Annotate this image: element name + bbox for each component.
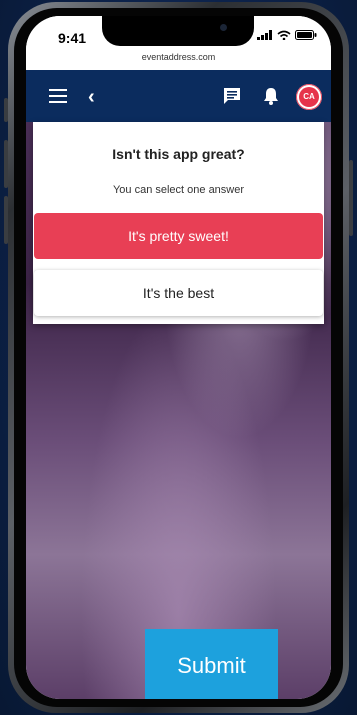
back-icon[interactable]: ‹ <box>88 86 95 109</box>
bell-icon[interactable] <box>262 86 280 106</box>
phone-screen: 9:41 eventaddress.com ‹ CA Isn't this ap… <box>26 16 331 699</box>
app-header: ‹ CA <box>26 70 331 122</box>
browser-url[interactable]: eventaddress.com <box>26 52 331 70</box>
volume-down-button <box>4 196 8 244</box>
battery-icon <box>295 30 317 40</box>
power-button <box>349 160 353 236</box>
poll-instructions: You can select one answer <box>112 184 245 196</box>
status-icons <box>257 30 317 40</box>
front-camera <box>220 24 227 31</box>
submit-button[interactable]: Submit <box>145 629 278 699</box>
volume-up-button <box>4 140 8 188</box>
notch <box>102 16 254 46</box>
poll-question: Isn't this app great? <box>112 146 245 162</box>
signal-icon <box>257 30 272 40</box>
status-bar: 9:41 <box>26 16 331 52</box>
status-time: 9:41 <box>58 30 87 46</box>
chat-icon[interactable] <box>222 86 242 106</box>
poll-option-the-best[interactable]: It's the best <box>34 270 323 316</box>
wifi-icon <box>277 30 291 40</box>
poll-option-pretty-sweet[interactable]: It's pretty sweet! <box>34 213 323 259</box>
avatar-initials: CA <box>299 87 319 107</box>
menu-icon[interactable] <box>49 89 67 103</box>
mute-switch <box>4 98 8 122</box>
avatar[interactable]: CA <box>296 84 322 110</box>
